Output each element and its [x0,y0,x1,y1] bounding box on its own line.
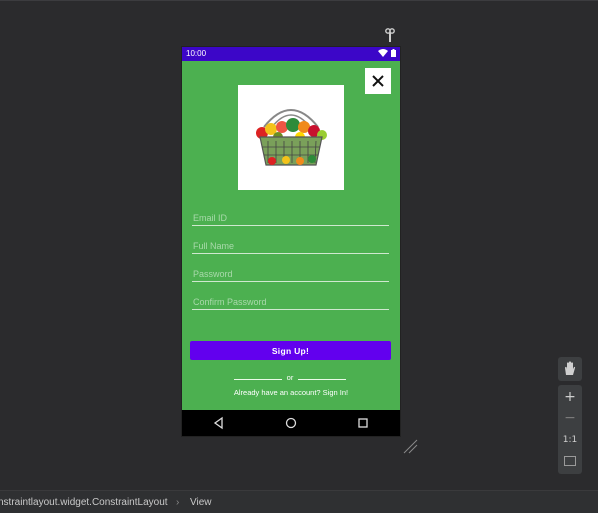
fit-screen-icon [564,456,576,466]
zoom-toolbar: + − 1:1 [558,385,582,474]
top-divider [0,0,598,1]
pan-tool-button[interactable] [558,357,582,381]
back-icon[interactable] [212,416,226,430]
pin-icon[interactable] [384,28,396,42]
breadcrumb-item-layout[interactable]: nstraintlayout.widget.ConstraintLayout [0,497,168,508]
fullname-field[interactable]: Full Name [192,237,389,254]
device-preview: 10:00 Email ID Full Name Password Confir… [182,47,400,436]
close-button[interactable] [365,68,391,94]
fullname-placeholder: Full Name [193,241,235,251]
signin-link[interactable]: Already have an account? Sign In! [182,388,400,397]
password-placeholder: Password [193,269,233,279]
password-field[interactable]: Password [192,265,389,282]
fit-screen-button[interactable] [558,451,582,471]
navigation-bar [182,410,400,436]
or-divider: or [234,373,346,384]
battery-icon [391,49,396,57]
hand-icon [565,361,576,375]
home-icon[interactable] [284,416,298,430]
actual-size-button[interactable]: 1:1 [558,430,582,450]
breadcrumb-separator: › [176,497,180,508]
recents-icon[interactable] [356,416,370,430]
status-time: 10:00 [186,49,207,58]
close-icon [372,75,384,87]
zoom-in-button[interactable]: + [558,387,582,407]
wifi-icon [378,49,389,57]
confirm-password-field[interactable]: Confirm Password [192,293,389,310]
or-text: or [286,373,294,382]
email-field[interactable]: Email ID [192,209,389,226]
status-bar: 10:00 [182,47,400,61]
confirm-password-placeholder: Confirm Password [193,297,267,307]
basket-image [238,85,344,190]
breadcrumb-item-view[interactable]: View [190,497,212,508]
email-placeholder: Email ID [193,213,228,223]
resize-handle-icon[interactable] [402,438,418,454]
signup-button[interactable]: Sign Up! [190,341,391,360]
zoom-out-button[interactable]: − [558,408,582,428]
breadcrumb: nstraintlayout.widget.ConstraintLayout ›… [0,490,598,513]
